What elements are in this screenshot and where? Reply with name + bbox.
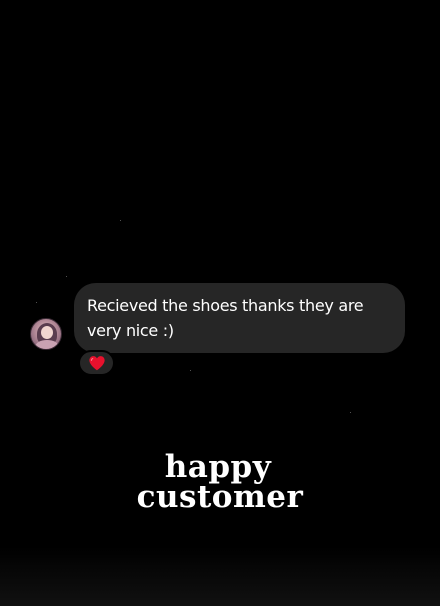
heart-icon <box>88 356 105 371</box>
background-speck <box>66 276 67 277</box>
message-text: Recieved the shoes thanks they are very … <box>87 296 364 340</box>
avatar-face <box>41 326 53 339</box>
avatar-body <box>35 340 59 349</box>
bottom-gradient <box>0 546 440 606</box>
story-screen: Recieved the shoes thanks they are very … <box>0 0 440 606</box>
caption: happy customer <box>0 449 440 515</box>
reaction-badge[interactable] <box>78 350 115 376</box>
caption-line-1: happy <box>164 449 272 485</box>
avatar[interactable] <box>30 318 62 350</box>
message-bubble[interactable]: Recieved the shoes thanks they are very … <box>74 283 405 353</box>
background-speck <box>190 370 191 371</box>
caption-line-2: customer <box>136 479 304 515</box>
message-row: Recieved the shoes thanks they are very … <box>30 283 410 355</box>
background-speck <box>120 220 121 221</box>
background-speck <box>350 412 351 413</box>
